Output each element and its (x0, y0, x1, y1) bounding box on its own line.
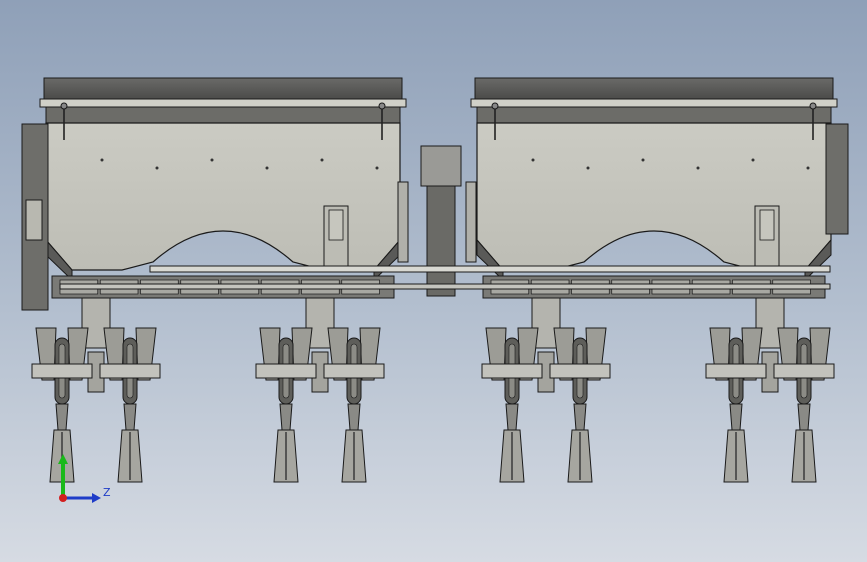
row-unit (323, 327, 385, 483)
opener-shank (573, 403, 587, 431)
unit-crossbar (705, 363, 767, 379)
opener-shank (505, 403, 519, 431)
row-unit (481, 327, 543, 483)
bolt (320, 158, 324, 162)
planter-assembly-model[interactable] (0, 0, 867, 562)
triad-z-label: Z (103, 486, 111, 499)
frame-tube-top (149, 265, 831, 273)
row-unit (255, 327, 317, 483)
row-unit-pair (31, 297, 161, 483)
bolt (375, 166, 379, 170)
row-unit-pair (705, 297, 835, 483)
bolt (586, 166, 590, 170)
mast-column (426, 185, 456, 297)
hopper-band (45, 106, 401, 124)
triad-origin (59, 494, 67, 502)
opener-shank (123, 403, 137, 431)
unit-crossbar (549, 363, 611, 379)
row-unit (549, 327, 611, 483)
side-panel-right (825, 123, 849, 235)
unit-crossbar (481, 363, 543, 379)
unit-crossbar (773, 363, 835, 379)
bolt (265, 166, 269, 170)
bolt (641, 158, 645, 162)
mast-head (420, 145, 462, 187)
hopper-lid-rim (39, 98, 407, 108)
bolt (100, 158, 104, 162)
unit-crossbar (99, 363, 161, 379)
mast-brace-left (397, 181, 409, 263)
row-unit-pair (255, 297, 385, 483)
unit-crossbar (323, 363, 385, 379)
opener-shank (279, 403, 293, 431)
row-unit (773, 327, 835, 483)
hopper-band (476, 106, 832, 124)
opener-shank (729, 403, 743, 431)
side-panel-plate (25, 199, 43, 241)
bolt (696, 166, 700, 170)
hopper-lid (43, 77, 403, 101)
opener-shank (347, 403, 361, 431)
bolt (210, 158, 214, 162)
inspection-window (759, 209, 775, 241)
latch-pivot (491, 102, 499, 110)
row-units[interactable] (31, 297, 835, 483)
bolt (806, 166, 810, 170)
opener-shank (797, 403, 811, 431)
latch-pivot (378, 102, 386, 110)
unit-crossbar (255, 363, 317, 379)
unit-crossbar (31, 363, 93, 379)
latch-pivot (809, 102, 817, 110)
bolt (531, 158, 535, 162)
orientation-triad (58, 454, 101, 503)
frame-tube-bottom (59, 283, 831, 290)
bolt (155, 166, 159, 170)
row-unit (705, 327, 767, 483)
latch-pivot (60, 102, 68, 110)
hopper-right[interactable] (470, 77, 849, 299)
row-unit-pair (481, 297, 611, 483)
hopper-lid-rim (470, 98, 838, 108)
row-unit (99, 327, 161, 483)
center-hitch-mast[interactable] (397, 145, 477, 297)
opener-shank (55, 403, 69, 431)
cad-viewport[interactable]: Z (0, 0, 867, 562)
hopper-lid (474, 77, 834, 101)
bolt (751, 158, 755, 162)
triad-z-arrowhead (92, 493, 101, 503)
mast-brace-right (465, 181, 477, 263)
hopper-left[interactable] (21, 77, 407, 311)
inspection-window (328, 209, 344, 241)
